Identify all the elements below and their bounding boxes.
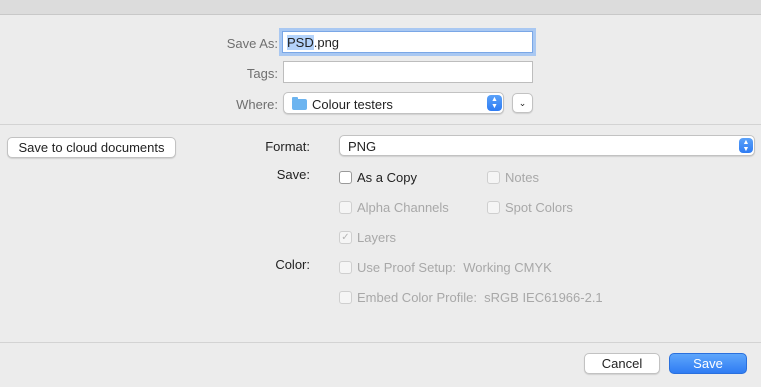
filename-extension-text: .png — [313, 35, 340, 50]
checkbox-box[interactable]: ✓ — [339, 231, 352, 244]
checkbox-box[interactable] — [339, 291, 352, 304]
cancel-button[interactable]: Cancel — [584, 353, 660, 374]
checkbox-label: Use Proof Setup: Working CMYK — [357, 260, 552, 275]
expand-button[interactable]: ⌄ — [512, 93, 533, 113]
where-popup[interactable]: Colour testers ▲ ▼ — [283, 92, 504, 114]
section-divider — [0, 124, 761, 125]
filename-field[interactable]: PSD.png — [282, 31, 533, 53]
format-value: PNG — [348, 139, 377, 154]
format-label: Format: — [265, 139, 310, 154]
popup-arrows-icon: ▲ ▼ — [487, 95, 502, 111]
checkbox-box[interactable] — [339, 171, 352, 184]
filename-selected-text: PSD — [287, 35, 314, 50]
where-label: Where: — [236, 97, 278, 112]
save-options-label: Save: — [276, 167, 310, 182]
checkbox-box[interactable] — [339, 261, 352, 274]
footer-divider — [0, 342, 761, 343]
save-button[interactable]: Save — [669, 353, 747, 374]
save-to-cloud-button[interactable]: Save to cloud documents — [7, 137, 176, 158]
checkbox-label: Notes — [505, 170, 539, 185]
where-value: Colour testers — [312, 97, 393, 112]
checkbox-box[interactable] — [487, 201, 500, 214]
color-options-label: Color: — [275, 257, 310, 272]
popup-arrows-icon: ▲ ▼ — [739, 138, 753, 153]
checkbox-box[interactable] — [487, 171, 500, 184]
checkmark-icon: ✓ — [341, 232, 350, 243]
checkbox-label: As a Copy — [357, 170, 417, 185]
save-as-label: Save As: — [226, 36, 278, 51]
title-bar — [0, 0, 761, 15]
checkbox-box[interactable] — [339, 201, 352, 214]
format-popup[interactable]: PNG ▲ ▼ — [339, 135, 755, 156]
chevron-down-icon: ⌄ — [518, 98, 527, 108]
tags-field[interactable] — [283, 61, 533, 83]
tags-label: Tags: — [246, 66, 278, 81]
folder-icon — [292, 97, 307, 110]
checkbox-label: Embed Color Profile: sRGB IEC61966-2.1 — [357, 290, 603, 305]
checkbox-label: Layers — [357, 230, 397, 245]
checkbox-label: Spot Colors — [505, 200, 573, 215]
checkbox-label: Alpha Channels — [357, 200, 449, 215]
